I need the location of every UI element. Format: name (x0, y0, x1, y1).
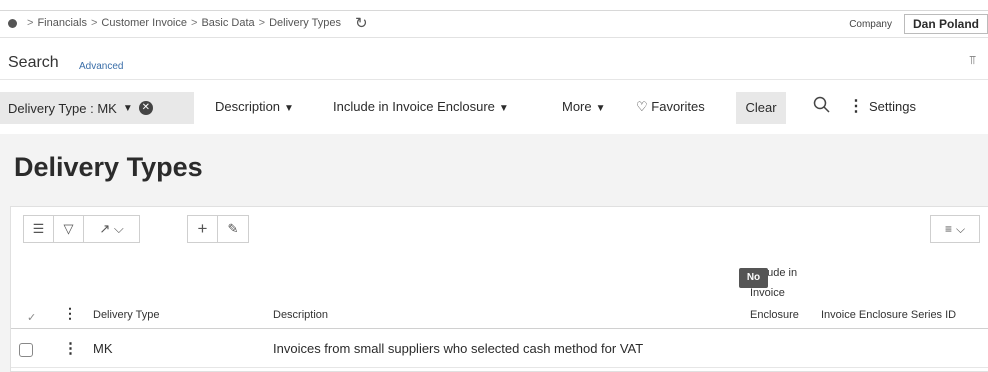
remove-filter-icon[interactable]: ✕ (138, 101, 153, 115)
edit-pencil-icon[interactable]: ✎ (218, 216, 248, 242)
breadcrumb-item-customer-invoice[interactable]: Customer Invoice (101, 17, 187, 29)
advanced-search-link[interactable]: Advanced (79, 61, 123, 72)
table-edit-toolbar: + ✎ (187, 215, 249, 243)
breadcrumb-item-basic-data[interactable]: Basic Data (201, 17, 254, 29)
caret-down-icon: ▼ (284, 103, 294, 114)
row-divider (11, 367, 988, 368)
chevron-down-icon: ⌵ (955, 221, 966, 236)
filter-chip-delivery-type[interactable]: Delivery Type : MK ▼ ✕ (0, 92, 194, 124)
filter-icon[interactable]: ▽ (54, 216, 84, 242)
column-header-include-line2[interactable]: Invoice (750, 287, 785, 299)
company-label: Company (849, 19, 892, 30)
pin-icon[interactable]: ⫪ (969, 53, 976, 68)
caret-down-icon: ▼ (595, 103, 606, 114)
search-icon[interactable] (813, 96, 831, 119)
search-header: Search Advanced ⫪ (0, 40, 988, 80)
favorites-button[interactable]: ♡ Favorites (636, 99, 705, 115)
header-divider (11, 328, 988, 329)
breadcrumb: > Financials > Customer Invoice > Basic … (8, 16, 368, 31)
home-dot-icon[interactable] (8, 18, 17, 28)
table-panel: ☰ ▽ ↗︎ ⌵ + ✎ ≡ ⌵ ✓ ⋮ Delivery Type Descr… (10, 206, 988, 372)
status-badge-include-enclosure: No (739, 268, 768, 288)
column-header-delivery-type[interactable]: Delivery Type (93, 309, 159, 321)
breadcrumb-bar: > Financials > Customer Invoice > Basic … (0, 10, 988, 38)
column-header-series-id[interactable]: Invoice Enclosure Series ID (821, 309, 956, 321)
column-header-include-line3[interactable]: Enclosure (750, 309, 799, 321)
search-title: Search (8, 54, 59, 71)
breadcrumb-separator: > (191, 17, 198, 29)
row-checkbox[interactable] (19, 343, 33, 357)
filter-include-enclosure-button[interactable]: Include in Invoice Enclosure ▼ (333, 99, 509, 114)
caret-down-icon: ▼ (498, 103, 509, 114)
filter-description-button[interactable]: Description ▼ (215, 99, 294, 114)
table-layout-icon: ≡ (944, 222, 952, 236)
filter-bar: Delivery Type : MK ▼ ✕ Description ▼ Incl… (0, 82, 988, 132)
cell-description[interactable]: Invoices from small suppliers who select… (273, 341, 643, 356)
breadcrumb-separator: > (27, 17, 34, 29)
breadcrumb-item-financials[interactable]: Financials (37, 17, 87, 29)
breadcrumb-item-delivery-types: Delivery Types (269, 17, 342, 29)
caret-down-icon[interactable]: ▼ (123, 103, 133, 114)
export-icon[interactable]: ↗︎ ⌵ (84, 216, 139, 242)
heart-icon: ♡ (636, 99, 648, 114)
refresh-icon[interactable]: ↻ (355, 16, 368, 31)
settings-kebab-icon[interactable]: ⋮ (848, 96, 864, 116)
page-title: Delivery Types (14, 152, 203, 182)
filter-include-enclosure-label: Include in Invoice Enclosure (333, 99, 495, 114)
cell-delivery-type[interactable]: MK (93, 341, 113, 356)
add-icon[interactable]: + (188, 216, 218, 242)
filter-chip-label: Delivery Type : MK (8, 100, 117, 116)
row-menu-kebab-icon[interactable]: ⋮ (63, 339, 78, 357)
select-all-check-icon[interactable]: ✓ (27, 311, 36, 324)
favorites-label: Favorites (651, 99, 705, 114)
list-view-icon[interactable]: ☰ (24, 216, 54, 242)
column-header-description[interactable]: Description (273, 309, 328, 321)
settings-button[interactable]: Settings (869, 99, 916, 114)
page-content: Delivery Types ☰ ▽ ↗︎ ⌵ + ✎ ≡ ⌵ ✓ ⋮ Deli… (0, 134, 988, 372)
table-toolbar-group: ☰ ▽ ↗︎ ⌵ (23, 215, 140, 243)
breadcrumb-separator: > (258, 17, 266, 29)
filter-more-button[interactable]: More ▼ (562, 99, 606, 114)
company-selector[interactable]: Dan Poland (903, 14, 988, 34)
table-layout-toggle[interactable]: ≡ ⌵ (930, 215, 980, 243)
column-menu-kebab-icon[interactable]: ⋮ (63, 305, 77, 322)
breadcrumb-separator: > (90, 17, 98, 29)
clear-filters-button[interactable]: Clear (736, 92, 786, 124)
filter-description-label: Description (215, 99, 281, 114)
filter-more-label: More (562, 99, 592, 114)
